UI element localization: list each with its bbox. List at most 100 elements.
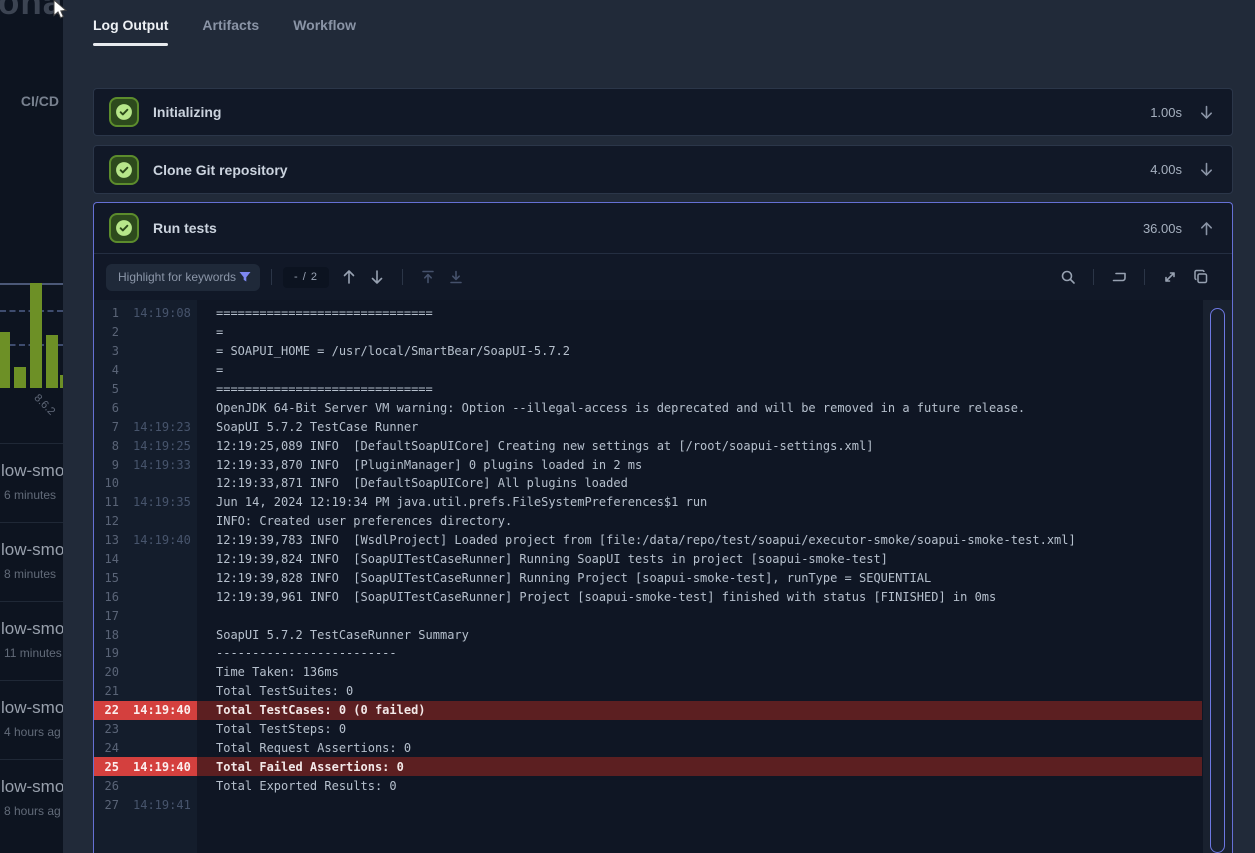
main-content: Log Output Artifacts Workflow Initializi… <box>63 0 1255 853</box>
step-name: Clone Git repository <box>153 162 288 178</box>
run-time: 8 minutes <box>4 567 56 581</box>
log-line-number: 2 <box>94 325 119 339</box>
run-history-item[interactable]: low-smo 4 hours ag <box>0 680 63 759</box>
scrollbar-thumb[interactable] <box>1210 308 1225 853</box>
log-line: 11 14:19:35 Jun 14, 2024 12:19:34 PM jav… <box>94 493 1202 512</box>
wrap-lines-icon[interactable] <box>1108 266 1130 288</box>
log-line-timestamp: 14:19:33 <box>133 458 195 472</box>
log-line-number: 17 <box>94 609 119 623</box>
tab-bar: Log Output Artifacts Workflow <box>93 0 356 47</box>
log-line-text: INFO: Created user preferences directory… <box>216 514 512 528</box>
log-line-timestamp: 14:19:23 <box>133 420 195 434</box>
run-history-item[interactable]: low-smo 11 minutes <box>0 601 63 680</box>
log-line-timestamp: 14:19:41 <box>133 798 195 812</box>
log-line: 14 12:19:39,824 INFO [SoapUITestCaseRunn… <box>94 550 1202 569</box>
run-time: 4 hours ag <box>4 725 61 739</box>
log-line: 10 12:19:33,871 INFO [DefaultSoapUICore]… <box>94 474 1202 493</box>
log-line-text: 12:19:39,828 INFO [SoapUITestCaseRunner]… <box>216 571 931 585</box>
run-history-item[interactable]: low-smo 6 minutes <box>0 443 63 522</box>
step-duration: 1.00s <box>1150 105 1182 120</box>
next-match-button[interactable] <box>366 266 388 288</box>
log-line-timestamp: 14:19:40 <box>133 760 195 774</box>
tab-workflow[interactable]: Workflow <box>293 0 356 47</box>
log-line: 26 Total Exported Results: 0 <box>94 776 1202 795</box>
log-line: 23 Total TestSteps: 0 <box>94 720 1202 739</box>
tab-log-output[interactable]: Log Output <box>93 0 168 47</box>
log-line-number: 23 <box>94 722 119 736</box>
log-line-text: SoapUI 5.7.2 TestCaseRunner Summary <box>216 628 469 642</box>
step-name: Run tests <box>153 220 217 236</box>
log-line-timestamp: 14:19:35 <box>133 495 195 509</box>
success-check-icon <box>109 97 139 127</box>
log-line: 16 12:19:39,961 INFO [SoapUITestCaseRunn… <box>94 587 1202 606</box>
log-line-text: Time Taken: 136ms <box>216 665 339 679</box>
chart-bar <box>14 367 26 388</box>
run-time: 11 minutes <box>4 646 62 660</box>
chevron-up-icon[interactable] <box>1198 220 1215 237</box>
app-logo[interactable]: ona <box>0 0 63 23</box>
run-history-item[interactable]: low-smo 8 hours ag <box>0 759 63 838</box>
log-line-number: 1 <box>94 306 119 320</box>
log-line-number: 4 <box>94 363 119 377</box>
log-line-timestamp: 14:19:08 <box>133 306 195 320</box>
log-line-text: ============================== <box>216 306 433 320</box>
log-line-number: 3 <box>94 344 119 358</box>
log-line-number: 6 <box>94 401 119 415</box>
log-line: 13 14:19:40 12:19:39,783 INFO [WsdlProje… <box>94 531 1202 550</box>
run-history-chart <box>0 283 63 388</box>
log-line-number: 18 <box>94 628 119 642</box>
tab-artifacts[interactable]: Artifacts <box>202 0 259 47</box>
previous-match-button[interactable] <box>338 266 360 288</box>
match-counter: - / 2 <box>283 267 329 288</box>
log-line-text: SoapUI 5.7.2 TestCase Runner <box>216 420 418 434</box>
success-check-icon <box>109 155 139 185</box>
log-line-text: Total Exported Results: 0 <box>216 779 397 793</box>
copy-icon[interactable] <box>1190 266 1212 288</box>
chart-x-axis-label: 8.6.2 <box>32 392 58 418</box>
log-line-text: Total TestSuites: 0 <box>216 684 353 698</box>
log-line-timestamp: 14:19:25 <box>133 439 195 453</box>
divider <box>402 269 403 285</box>
run-history-item[interactable]: low-smo 8 minutes <box>0 522 63 601</box>
log-line: 6 OpenJDK 64-Bit Server VM warning: Opti… <box>94 398 1202 417</box>
step-clone-git-repository[interactable]: Clone Git repository 4.00s <box>93 145 1233 194</box>
log-line-text: OpenJDK 64-Bit Server VM warning: Option… <box>216 401 1025 415</box>
search-icon[interactable] <box>1057 266 1079 288</box>
run-history-list: low-smo 6 minutes low-smo 8 minutes low-… <box>0 443 63 838</box>
log-line-text: ------------------------- <box>216 646 397 660</box>
step-run-tests-header[interactable]: Run tests 36.00s <box>94 203 1232 253</box>
log-line-number: 19 <box>94 646 119 660</box>
log-line: 24 Total Request Assertions: 0 <box>94 738 1202 757</box>
log-line-text: = <box>216 363 223 377</box>
divider <box>271 269 272 285</box>
sidebar-section-label: CI/CD <box>21 93 59 109</box>
scrollbar-track[interactable] <box>1203 300 1232 853</box>
log-line-text: 12:19:33,871 INFO [DefaultSoapUICore] Al… <box>216 476 628 490</box>
log-line-text: 12:19:39,783 INFO [WsdlProject] Loaded p… <box>216 533 1076 547</box>
log-line-text: 12:19:39,824 INFO [SoapUITestCaseRunner]… <box>216 552 888 566</box>
scroll-to-top-button[interactable] <box>417 266 439 288</box>
keyword-highlight-input[interactable]: Highlight for keywords <box>106 264 260 291</box>
chevron-down-icon[interactable] <box>1198 104 1215 121</box>
log-line-number: 24 <box>94 741 119 755</box>
divider <box>1093 269 1094 285</box>
log-line-number: 7 <box>94 420 119 434</box>
log-line-number: 16 <box>94 590 119 604</box>
log-line-timestamp: 14:19:40 <box>133 533 195 547</box>
scroll-to-bottom-button[interactable] <box>445 266 467 288</box>
log-line: 3 = SOAPUI_HOME = /usr/local/SmartBear/S… <box>94 342 1202 361</box>
log-line-number: 14 <box>94 552 119 566</box>
chevron-down-icon[interactable] <box>1198 161 1215 178</box>
log-line-number: 12 <box>94 514 119 528</box>
expand-fullscreen-icon[interactable] <box>1159 266 1181 288</box>
step-duration: 36.00s <box>1143 221 1182 236</box>
run-title: low-smo <box>1 461 63 481</box>
step-initializing[interactable]: Initializing 1.00s <box>93 88 1233 136</box>
log-line-number: 13 <box>94 533 119 547</box>
log-line-number: 22 <box>94 703 119 717</box>
filter-funnel-icon <box>238 270 252 284</box>
run-title: low-smo <box>1 619 63 639</box>
log-output-area: 1 14:19:08 =============================… <box>94 300 1232 853</box>
log-line-number: 11 <box>94 495 119 509</box>
log-line: 21 Total TestSuites: 0 <box>94 682 1202 701</box>
